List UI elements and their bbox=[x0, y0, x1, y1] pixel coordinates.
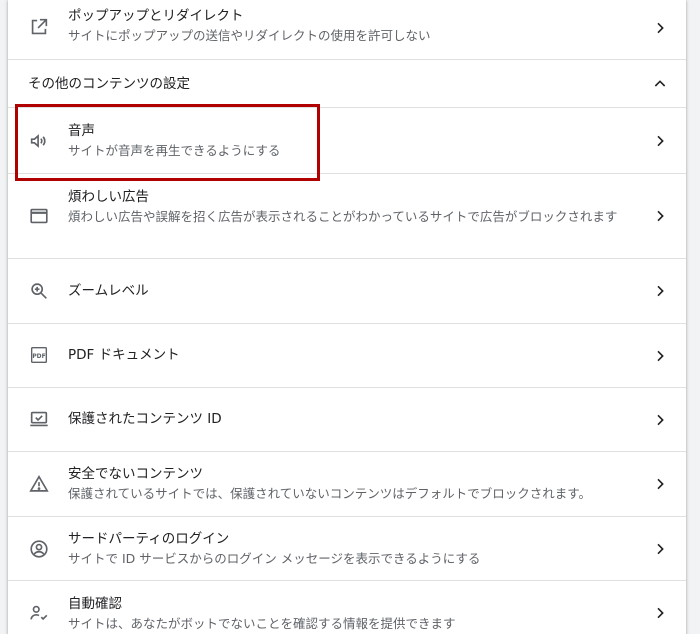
section-title: その他のコンテンツの設定 bbox=[28, 76, 190, 92]
pdf-documents-row[interactable]: PDF PDF ドキュメント bbox=[8, 323, 686, 387]
chevron-right-icon bbox=[652, 541, 668, 557]
autoverify-title: 自動確認 bbox=[68, 596, 122, 612]
sound-title: 音声 bbox=[68, 123, 95, 139]
ads-title: 煩わしい広告 bbox=[68, 189, 149, 205]
pdf-icon: PDF bbox=[28, 344, 50, 366]
person-check-icon bbox=[28, 602, 50, 624]
chevron-right-icon bbox=[652, 348, 668, 364]
zoom-title: ズームレベル bbox=[68, 283, 149, 299]
zoom-icon bbox=[28, 280, 50, 302]
ads-desc: 煩わしい広告や誤解を招く広告が表示されることがわかっているサイトで広告がブロック… bbox=[68, 209, 618, 224]
svg-text:PDF: PDF bbox=[32, 353, 45, 360]
zoom-levels-row[interactable]: ズームレベル bbox=[8, 258, 686, 323]
pdf-title: PDF ドキュメント bbox=[68, 347, 180, 363]
chevron-up-icon bbox=[652, 76, 668, 92]
autoverify-desc: サイトは、あなたがボットでないことを確認する情報を提供できます bbox=[68, 616, 456, 631]
protected-title: 保護されたコンテンツ ID bbox=[68, 411, 222, 427]
chevron-right-icon bbox=[652, 20, 668, 36]
protected-content-row[interactable]: 保護されたコンテンツ ID bbox=[8, 387, 686, 451]
sound-row[interactable]: 音声 サイトが音声を再生できるようにする bbox=[8, 107, 686, 173]
popups-redirects-row[interactable]: ポップアップとリダイレクト サイトにポップアップの送信やリダイレクトの使用を許可… bbox=[8, 0, 686, 59]
protected-content-icon bbox=[28, 408, 50, 430]
chevron-right-icon bbox=[652, 283, 668, 299]
account-circle-icon bbox=[28, 538, 50, 560]
sound-desc: サイトが音声を再生できるようにする bbox=[68, 143, 281, 158]
chevron-right-icon bbox=[652, 133, 668, 149]
popups-title: ポップアップとリダイレクト bbox=[68, 8, 244, 24]
chevron-right-icon bbox=[652, 208, 668, 224]
insecure-content-row[interactable]: 安全でないコンテンツ 保護されているサイトでは、保護されていないコンテンツはデフ… bbox=[8, 451, 686, 516]
chevron-right-icon bbox=[652, 476, 668, 492]
other-content-settings-header[interactable]: その他のコンテンツの設定 bbox=[8, 59, 686, 107]
window-icon bbox=[28, 205, 50, 227]
insecure-desc: 保護されているサイトでは、保護されていないコンテンツはデフォルトでブロックされま… bbox=[68, 486, 592, 501]
chevron-right-icon bbox=[652, 412, 668, 428]
external-link-icon bbox=[28, 16, 50, 38]
popups-desc: サイトにポップアップの送信やリダイレクトの使用を許可しない bbox=[68, 28, 431, 43]
chevron-right-icon bbox=[652, 605, 668, 621]
warning-icon bbox=[28, 473, 50, 495]
auto-verify-row[interactable]: 自動確認 サイトは、あなたがボットでないことを確認する情報を提供できます bbox=[8, 580, 686, 634]
volume-icon bbox=[28, 130, 50, 152]
third-party-sign-in-row[interactable]: サードパーティのログイン サイトで ID サービスからのログイン メッセージを表… bbox=[8, 516, 686, 580]
thirdparty-desc: サイトで ID サービスからのログイン メッセージを表示できるようにする bbox=[68, 551, 481, 566]
intrusive-ads-row[interactable]: 煩わしい広告 煩わしい広告や誤解を招く広告が表示されることがわかっているサイトで… bbox=[8, 173, 686, 258]
thirdparty-title: サードパーティのログイン bbox=[68, 531, 230, 547]
insecure-title: 安全でないコンテンツ bbox=[68, 466, 203, 482]
settings-card: ポップアップとリダイレクト サイトにポップアップの送信やリダイレクトの使用を許可… bbox=[8, 0, 686, 634]
